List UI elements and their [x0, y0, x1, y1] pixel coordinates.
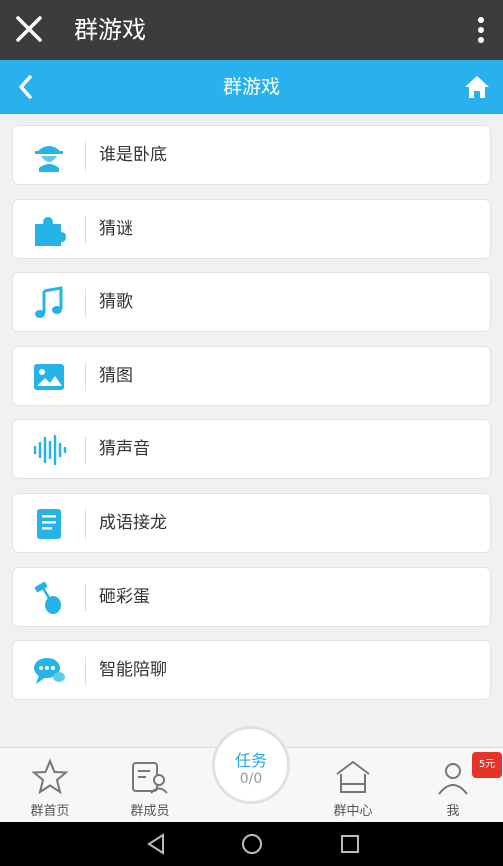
game-item-sound[interactable]: 猜声音 — [12, 419, 491, 480]
music-note-icon — [35, 286, 63, 319]
avatar-icon — [438, 763, 468, 795]
tab-group-members[interactable]: 群成员 — [100, 748, 200, 823]
game-item-song[interactable]: 猜歌 — [12, 272, 491, 333]
home-circle-icon[interactable] — [240, 832, 264, 856]
game-item-label: 砸彩蛋 — [99, 586, 150, 607]
chat-bubble-icon — [34, 658, 65, 685]
game-item-label: 猜图 — [99, 365, 133, 386]
window-title: 群游戏 — [74, 16, 146, 44]
spy-icon — [35, 146, 63, 172]
tab-label: 我 — [446, 804, 460, 819]
game-item-label: 猜歌 — [99, 292, 133, 313]
page-title: 群游戏 — [222, 76, 280, 98]
tab-group-home[interactable]: 群首页 — [0, 748, 100, 823]
game-item-spy[interactable]: 谁是卧底 — [12, 125, 491, 185]
tab-label: 群中心 — [333, 804, 373, 819]
task-title: 任务 — [234, 751, 267, 770]
back-triangle-icon[interactable] — [144, 832, 168, 856]
game-item-label: 成语接龙 — [99, 512, 167, 533]
game-item-label: 猜声音 — [99, 439, 150, 460]
game-item-egg[interactable]: 砸彩蛋 — [12, 566, 491, 627]
book-icon — [37, 508, 61, 539]
game-item-riddle[interactable]: 猜谜 — [12, 198, 491, 259]
game-item-label: 谁是卧底 — [99, 145, 167, 165]
close-icon[interactable] — [14, 14, 44, 44]
more-options-icon[interactable] — [471, 14, 491, 46]
recent-apps-icon[interactable] — [338, 832, 362, 856]
tab-group-center[interactable]: 群中心 — [303, 748, 403, 823]
tab-label: 群首页 — [30, 804, 70, 819]
game-item-picture[interactable]: 猜图 — [12, 345, 491, 406]
task-progress: 0/0 — [239, 771, 263, 787]
game-item-idiom[interactable]: 成语接龙 — [12, 492, 491, 553]
red-packet-badge[interactable]: 5元 — [472, 752, 502, 778]
members-icon — [132, 762, 168, 794]
task-button[interactable]: 任务 0/0 — [212, 726, 290, 804]
game-item-chat[interactable]: 智能陪聊 — [12, 640, 491, 701]
game-item-label: 猜谜 — [99, 218, 133, 239]
group-center-icon — [336, 760, 370, 793]
game-item-label: 智能陪聊 — [99, 660, 167, 681]
system-nav-bar — [0, 822, 503, 866]
hammer-egg-icon — [34, 581, 61, 614]
sound-wave-icon — [33, 435, 67, 466]
title-bar: 群游戏 — [0, 0, 503, 60]
puzzle-icon — [35, 216, 66, 246]
star-icon — [31, 758, 69, 795]
game-list: 谁是卧底 猜谜 猜歌 猜图 猜声音 成语接龙 砸彩蛋 智能陪聊 — [12, 125, 491, 714]
tab-label: 群成员 — [130, 804, 170, 819]
nav-bar: 群游戏 — [0, 60, 503, 114]
home-icon[interactable] — [463, 73, 491, 101]
picture-icon — [34, 363, 64, 390]
